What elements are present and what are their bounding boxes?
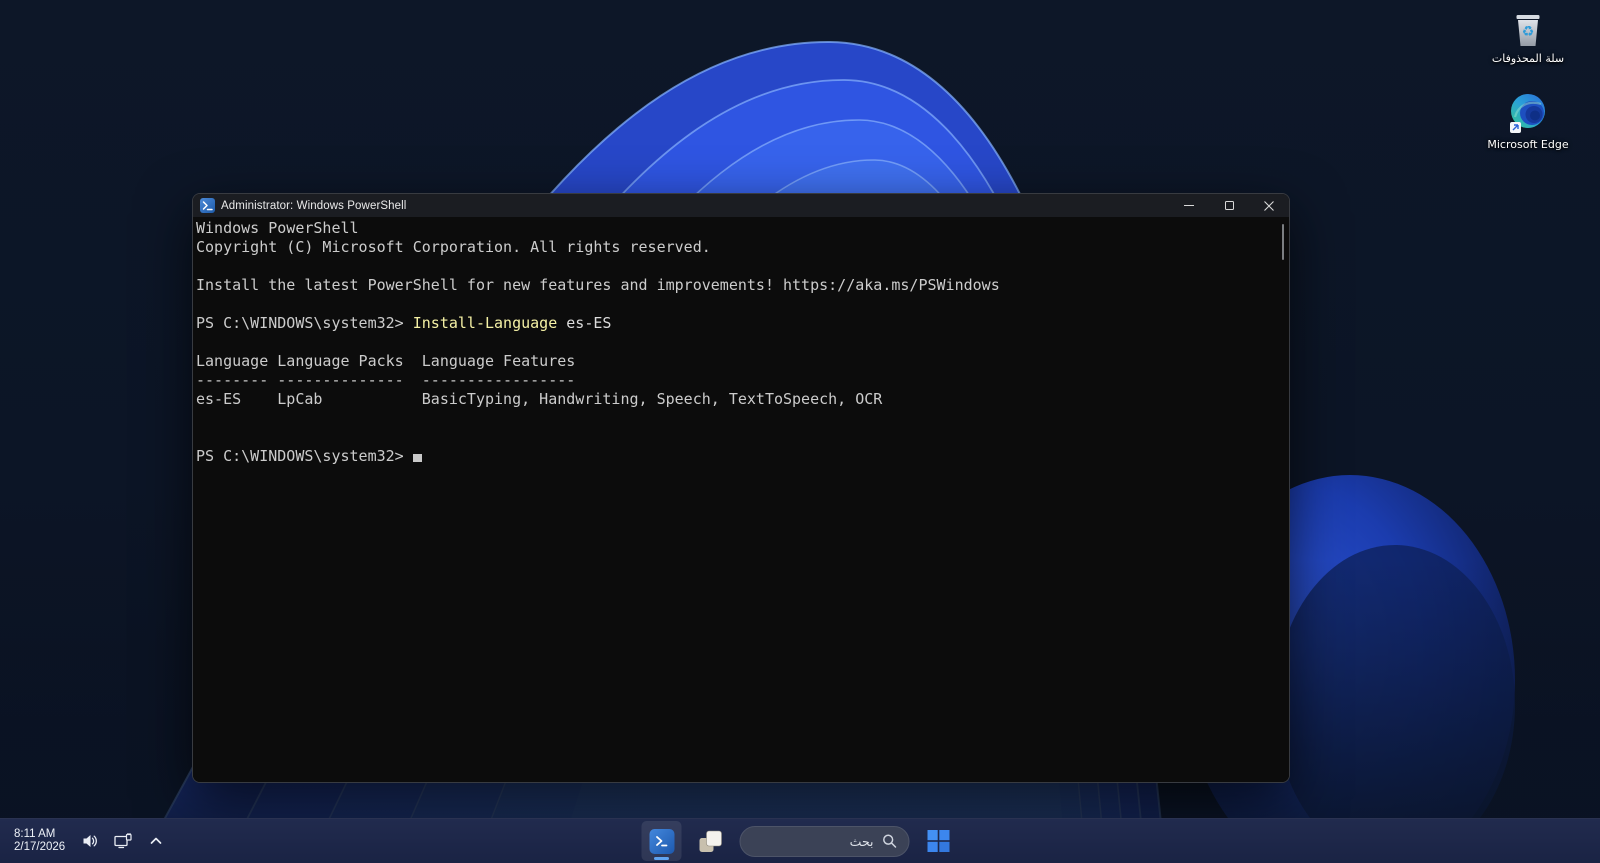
maximize-button[interactable] bbox=[1209, 194, 1249, 217]
terminal-line: PS C:\WINDOWS\system32> Install-Language… bbox=[196, 314, 612, 332]
powershell-taskbar-icon bbox=[649, 828, 674, 854]
desktop-icon-recycle-bin[interactable]: ♻ سلة المحذوفات bbox=[1480, 8, 1576, 65]
taskbar-clock[interactable]: 8:11 AM 2/17/2026 bbox=[8, 825, 71, 858]
taskbar-center: بحث bbox=[641, 819, 959, 863]
task-view-icon bbox=[699, 830, 722, 852]
terminal-line: Copyright (C) Microsoft Corporation. All… bbox=[196, 238, 711, 256]
volume-icon bbox=[83, 835, 98, 847]
active-app-indicator bbox=[654, 857, 669, 860]
search-label: بحث bbox=[849, 833, 874, 849]
search-icon bbox=[883, 834, 897, 848]
close-icon bbox=[1264, 200, 1274, 211]
terminal-line: Windows PowerShell bbox=[196, 219, 359, 237]
terminal-line: -------- -------------- ----------------… bbox=[196, 371, 576, 389]
close-button[interactable] bbox=[1249, 194, 1289, 217]
task-view-button[interactable] bbox=[691, 821, 731, 861]
taskbar-powershell-button[interactable] bbox=[641, 821, 682, 861]
terminal-cursor bbox=[412, 454, 422, 462]
window-titlebar[interactable]: Administrator: Windows PowerShell bbox=[193, 194, 1289, 217]
volume-button[interactable] bbox=[76, 826, 104, 856]
maximize-icon bbox=[1224, 201, 1234, 210]
system-tray: 8:11 AM 2/17/2026 bbox=[0, 825, 170, 858]
taskbar-search-box[interactable]: بحث bbox=[739, 825, 910, 857]
terminal-scrollbar[interactable] bbox=[1276, 217, 1289, 782]
recycle-bin-icon: ♻ bbox=[1516, 15, 1540, 46]
windows-logo-icon bbox=[927, 830, 950, 852]
start-button[interactable] bbox=[919, 821, 959, 861]
minimize-icon bbox=[1184, 205, 1194, 206]
hidden-icons-button[interactable] bbox=[142, 826, 170, 856]
powershell-window: Administrator: Windows PowerShell Window… bbox=[192, 193, 1290, 783]
desktop: ♻ سلة المحذوفات Microsoft Edge Administr… bbox=[0, 0, 1600, 863]
network-icon bbox=[114, 833, 132, 849]
clock-date: 2/17/2026 bbox=[14, 841, 66, 853]
edge-label: Microsoft Edge bbox=[1487, 138, 1569, 151]
clock-time: 8:11 AM bbox=[14, 827, 56, 840]
edge-icon bbox=[1510, 94, 1545, 133]
network-button[interactable] bbox=[109, 826, 137, 856]
window-controls bbox=[1169, 194, 1289, 217]
minimize-button[interactable] bbox=[1169, 194, 1209, 217]
window-title: Administrator: Windows PowerShell bbox=[221, 199, 407, 212]
recycle-bin-label: سلة المحذوفات bbox=[1491, 52, 1565, 65]
terminal-line: Install the latest PowerShell for new fe… bbox=[196, 276, 1000, 294]
taskbar: 8:11 AM 2/17/2026 بحث bbox=[0, 818, 1600, 863]
svg-text:♻: ♻ bbox=[1522, 24, 1535, 40]
terminal-line: PS C:\WINDOWS\system32> bbox=[196, 447, 1275, 466]
chevron-up-icon bbox=[150, 837, 162, 844]
powershell-titlebar-icon bbox=[200, 198, 215, 213]
terminal-line: Language Language Packs Language Feature… bbox=[196, 352, 576, 370]
desktop-icon-microsoft-edge[interactable]: Microsoft Edge bbox=[1480, 92, 1576, 151]
scrollbar-thumb[interactable] bbox=[1281, 224, 1284, 260]
terminal-line: es-ES LpCab BasicTyping, Handwriting, Sp… bbox=[196, 390, 883, 408]
terminal-output[interactable]: Windows PowerShell Copyright (C) Microsof… bbox=[193, 217, 1289, 782]
